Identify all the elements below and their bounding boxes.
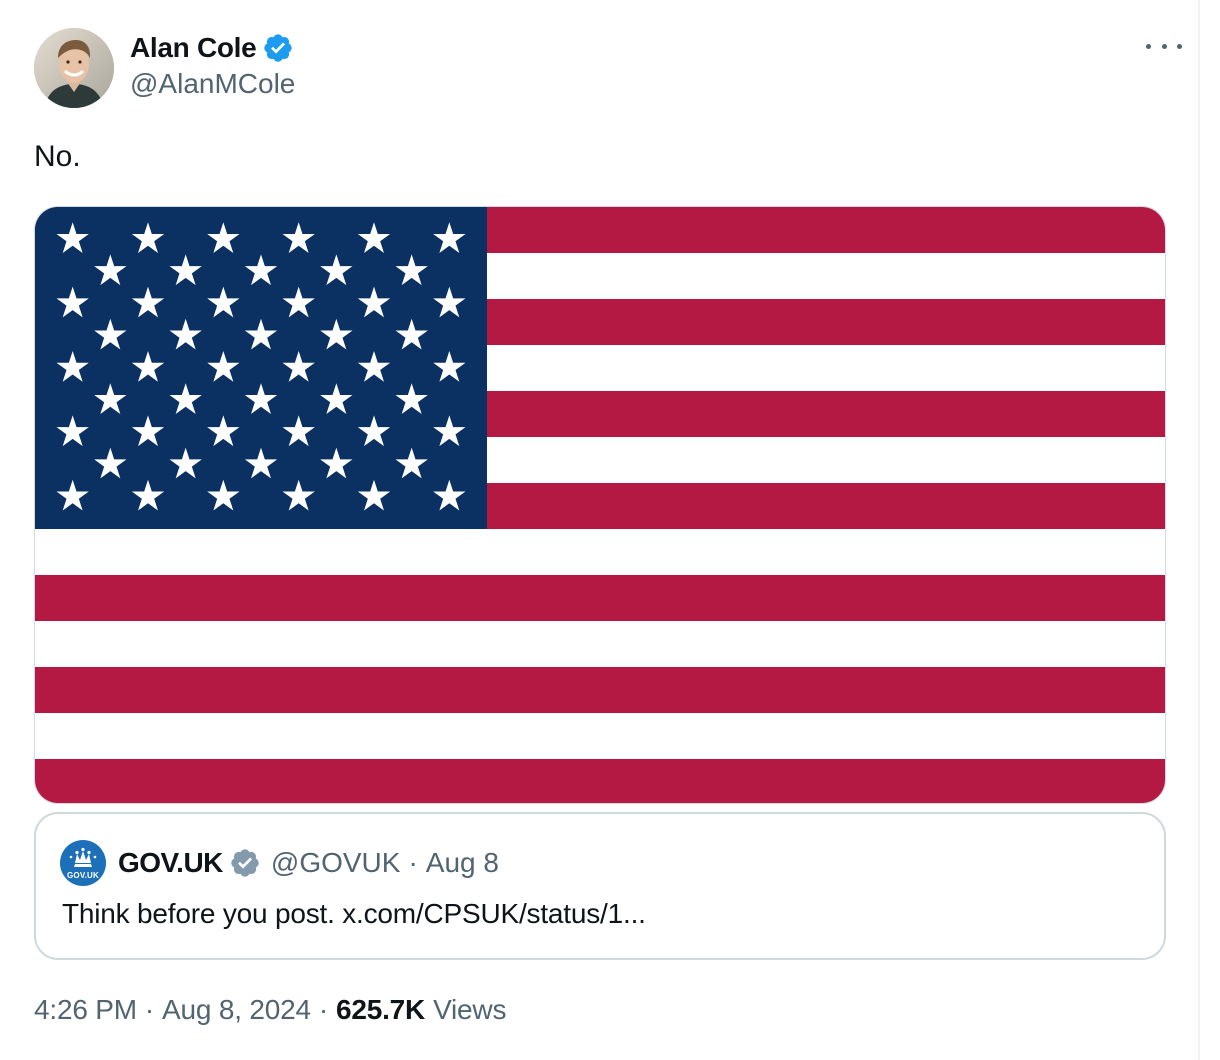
flag-red-stripe [35,759,1165,803]
views-label: Views [433,994,507,1025]
tweet-time[interactable]: 4:26 PM [34,994,137,1026]
verified-badge-icon[interactable] [262,32,294,64]
author-names: Alan Cole @AlanMCole [130,28,295,100]
meta-separator: · [144,994,155,1025]
avatar[interactable] [34,28,114,108]
timeline-border [1198,0,1200,1060]
more-dot [1177,43,1182,49]
handle[interactable]: @AlanMCole [130,68,295,100]
gov-logo-text: GOV.UK [66,871,100,880]
more-options-icon[interactable] [1146,36,1182,56]
quoted-separator: · [408,847,418,878]
meta-separator: · [318,994,328,1025]
quoted-display-name[interactable]: GOV.UK [118,847,223,879]
tweet-text: No. [34,140,81,173]
more-dot [1146,43,1151,49]
tweet-media-us-flag[interactable] [34,206,1166,804]
display-name[interactable]: Alan Cole [130,32,257,64]
quoted-handle[interactable]: @GOVUK [271,847,401,879]
tweet-header: Alan Cole @AlanMCole [34,26,1184,108]
quoted-tweet-header: GOV.UK GOV.UK @GOVUK · Aug 8 [60,840,499,886]
more-dot [1161,43,1167,49]
tweet-date[interactable]: Aug 8, 2024 [162,994,311,1026]
flag-red-stripe [35,667,1165,713]
avatar-photo [34,28,114,108]
gov-uk-logo-avatar[interactable]: GOV.UK [60,840,106,886]
quoted-tweet-text: Think before you post. x.com/CPSUK/statu… [62,898,646,929]
quoted-tweet[interactable]: GOV.UK GOV.UK @GOVUK · Aug 8 Think befor… [34,812,1166,960]
quoted-date[interactable]: Aug 8 [426,847,499,879]
flag-red-stripe [35,575,1165,621]
display-name-row: Alan Cole [130,28,295,68]
grey-verified-badge-icon[interactable] [229,847,261,879]
tweet-meta: 4:26 PM · Aug 8, 2024 · 625.7K Views [34,994,506,1026]
views-count: 625.7K [335,994,426,1025]
us-flag-image [35,207,1165,803]
